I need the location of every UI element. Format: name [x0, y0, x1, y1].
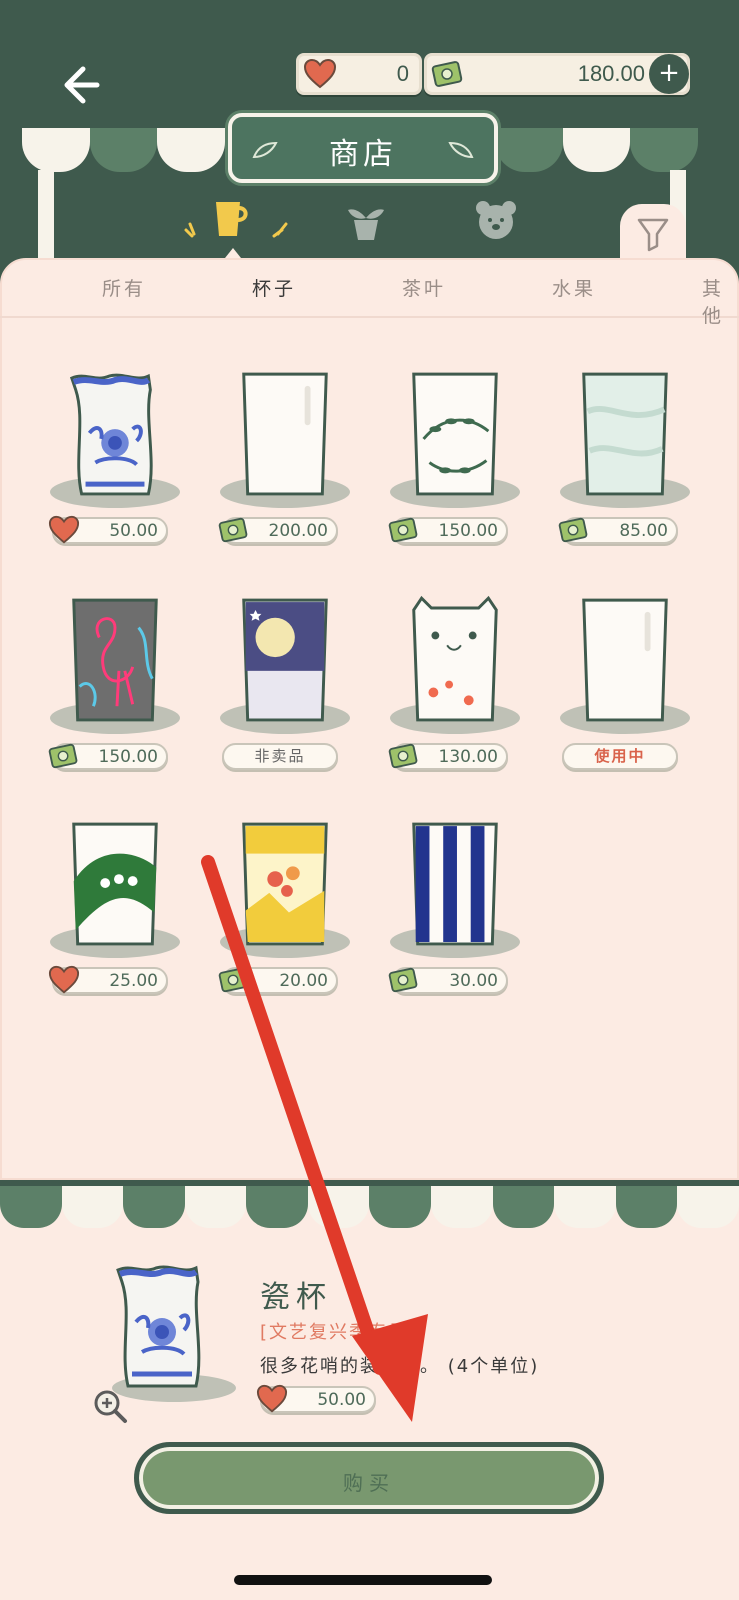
money-icon — [431, 61, 463, 87]
money-counter: 180.00 + — [424, 53, 690, 95]
item-price-tag: 25.00 — [48, 965, 168, 994]
detail-price: 50.00 — [256, 1384, 390, 1414]
item-price-tag: 30.00 — [388, 967, 508, 994]
money-icon — [558, 517, 588, 543]
tab-cups[interactable]: 杯子 — [252, 274, 296, 301]
item-price: 85.00 — [619, 521, 668, 541]
item-price: 150.00 — [98, 747, 158, 767]
plant-icon — [348, 209, 384, 240]
item-price: 150.00 — [438, 521, 498, 541]
heart-icon — [48, 965, 80, 994]
cup-image — [412, 372, 498, 496]
heart-icon — [303, 58, 337, 89]
category-sparkles — [182, 220, 292, 240]
shop-item[interactable]: 130.00 — [380, 582, 530, 782]
cup-image — [242, 822, 328, 946]
money-value: 180.00 — [577, 61, 645, 86]
item-price-tag: 50.00 — [48, 515, 168, 544]
heart-icon — [256, 1384, 288, 1413]
item-price-tag: 150.00 — [388, 517, 508, 544]
detail-item-name: 瓷杯 — [260, 1280, 332, 1315]
item-price-tag: 20.00 — [218, 967, 338, 994]
leaf-icon — [448, 141, 474, 159]
shop-item[interactable]: 150.00 — [40, 582, 190, 782]
buy-label: 购买 — [343, 1471, 395, 1495]
money-icon — [218, 517, 248, 543]
item-price-tag: 85.00 — [558, 517, 678, 544]
cup-image — [582, 598, 668, 722]
hearts-value: 0 — [396, 61, 409, 86]
tab-fruit[interactable]: 水果 — [552, 274, 596, 301]
item-price: 50.00 — [109, 521, 158, 541]
shop-item[interactable]: 150.00 — [380, 356, 530, 556]
cup-image — [412, 595, 498, 722]
money-icon — [48, 743, 78, 769]
back-arrow-icon — [64, 66, 100, 104]
cup-image — [69, 373, 153, 496]
hearts-counter: 0 — [296, 53, 422, 95]
item-status: 非卖品 — [222, 743, 338, 770]
cup-image — [72, 598, 158, 722]
shop-item[interactable]: 使用中 — [550, 582, 700, 782]
shop-item[interactable]: 20.00 — [210, 806, 360, 1006]
item-price: 200.00 — [268, 521, 328, 541]
shop-item[interactable]: 25.00 — [40, 806, 190, 1006]
cup-image — [242, 598, 328, 722]
tab-bar: 所有 杯子 茶叶 水果 其他 — [0, 260, 739, 327]
shop-sign: 商店 — [228, 113, 498, 183]
item-price: 20.00 — [279, 971, 328, 991]
funnel-icon — [637, 218, 669, 252]
cup-image — [242, 372, 328, 496]
tab-all[interactable]: 所有 — [102, 274, 146, 301]
shop-item[interactable]: 非卖品 — [210, 582, 360, 782]
shop-item[interactable]: 50.00 — [40, 356, 190, 556]
add-money-button[interactable]: + — [649, 54, 689, 94]
detail-description: 很多花哨的装饰品。 (4个单位) — [260, 1356, 540, 1377]
filter-button[interactable] — [620, 204, 686, 264]
money-icon — [218, 967, 248, 993]
shop-item[interactable]: 85.00 — [550, 356, 700, 556]
awning-post-left — [38, 170, 54, 260]
category-bears[interactable] — [472, 196, 520, 244]
bear-icon — [476, 201, 516, 239]
money-icon — [388, 517, 418, 543]
home-indicator[interactable] — [234, 1575, 492, 1585]
money-icon — [388, 743, 418, 769]
item-price: 30.00 — [449, 971, 498, 991]
buy-button[interactable]: 购买 — [134, 1442, 604, 1514]
cup-image — [582, 372, 668, 496]
item-price-tag: 150.00 — [48, 743, 168, 770]
item-price: 25.00 — [109, 971, 158, 991]
item-price: 130.00 — [438, 747, 498, 767]
shop-item[interactable]: 200.00 — [210, 356, 360, 556]
item-price-tag: 130.00 — [388, 743, 508, 770]
detail-season-tag: [文艺复兴季专属] — [260, 1322, 419, 1343]
back-button[interactable] — [55, 55, 115, 115]
item-price-tag: 200.00 — [218, 517, 338, 544]
magnify-icon — [94, 1390, 127, 1423]
item-status: 使用中 — [562, 743, 678, 770]
tab-other[interactable]: 其他 — [702, 274, 739, 328]
shop-item[interactable]: 30.00 — [380, 806, 530, 1006]
money-icon — [388, 967, 418, 993]
tab-tea[interactable]: 茶叶 — [402, 274, 446, 301]
cup-image — [72, 822, 158, 946]
category-plants[interactable] — [342, 196, 390, 244]
cup-image — [412, 822, 498, 946]
heart-icon — [48, 515, 80, 544]
active-category-pointer — [225, 248, 241, 258]
bottom-awning — [0, 1186, 739, 1228]
zoom-button[interactable] — [92, 1388, 128, 1424]
detail-price-value: 50.00 — [317, 1390, 366, 1410]
